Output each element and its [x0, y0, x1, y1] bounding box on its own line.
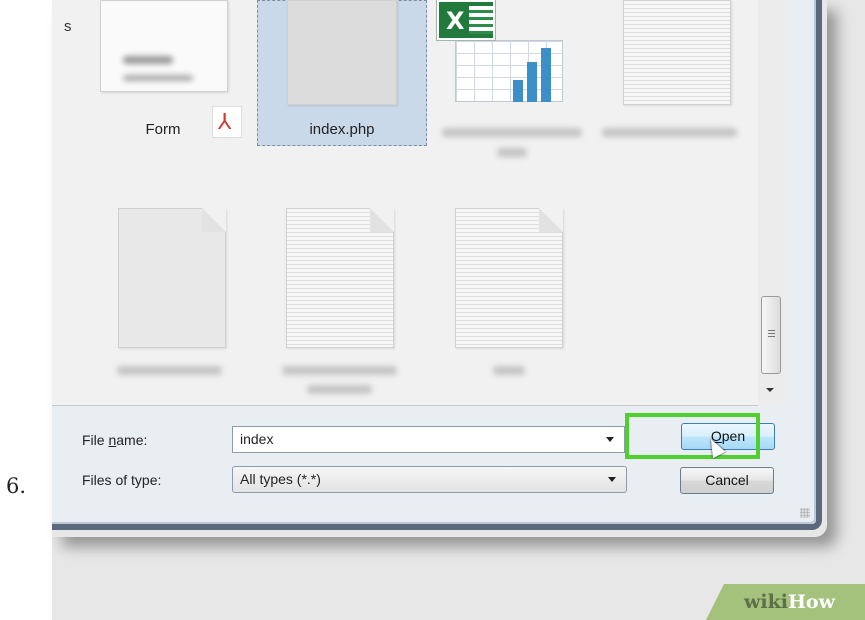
- grip-icon: [768, 330, 775, 339]
- blurred-file-label: [602, 128, 737, 137]
- files-of-type-value: All types (*.*): [240, 471, 321, 487]
- file-item-label: index.php: [309, 121, 375, 138]
- blurred-file-label: [497, 148, 527, 157]
- file-name-label-part: ame:: [116, 432, 148, 448]
- blurred-file-label: [307, 385, 372, 394]
- step-number: 6.: [6, 474, 27, 498]
- blank-document-thumbnail: [118, 208, 226, 348]
- text-document-thumbnail: [286, 208, 394, 348]
- file-item-blank[interactable]: [112, 200, 232, 390]
- file-item-index-php[interactable]: index.php: [52, 0, 432, 150]
- page-corner: [370, 208, 394, 232]
- file-item-text[interactable]: [597, 0, 747, 150]
- file-name-label-part: File: [82, 432, 109, 448]
- page-corner: [539, 208, 563, 232]
- blurred-file-label: [442, 128, 582, 137]
- blurred-file-label: [493, 366, 525, 375]
- text-document-thumbnail: [455, 208, 563, 348]
- resize-grip[interactable]: [800, 508, 810, 518]
- chart-bar: [527, 62, 537, 102]
- watermark-wiki: wiki: [744, 591, 788, 613]
- file-list-pane[interactable]: s Form index.php: [52, 0, 785, 406]
- files-of-type-label: Files of type:: [82, 472, 162, 488]
- cancel-button[interactable]: Cancel: [680, 467, 774, 494]
- text-document-thumbnail: [623, 0, 731, 105]
- chevron-down-icon[interactable]: [606, 437, 614, 442]
- blurred-file-label: [117, 366, 222, 375]
- file-name-label: File name:: [82, 432, 147, 448]
- scrollbar-thumb[interactable]: [761, 296, 781, 374]
- chart-bar: [541, 48, 551, 102]
- file-item-text-3[interactable]: [447, 200, 577, 390]
- files-of-type-select[interactable]: All types (*.*): [232, 466, 627, 493]
- watermark-how: How: [787, 591, 835, 613]
- vertical-scrollbar[interactable]: [758, 0, 785, 406]
- chart-bar: [513, 80, 523, 102]
- excel-icon: [437, 0, 495, 40]
- blurred-file-label: [282, 366, 397, 375]
- file-item-spreadsheet[interactable]: [437, 0, 587, 180]
- php-file-thumbnail: [287, 0, 397, 105]
- scroll-down-arrow-icon[interactable]: [766, 388, 774, 392]
- page-corner: [202, 208, 226, 232]
- file-item-text-2[interactable]: [277, 200, 407, 400]
- file-name-combo[interactable]: index: [232, 426, 625, 453]
- file-name-value: index: [240, 431, 274, 447]
- wikihow-watermark: wikiHow: [744, 591, 835, 613]
- open-button-highlight: [625, 413, 760, 459]
- chevron-down-icon[interactable]: [608, 477, 616, 482]
